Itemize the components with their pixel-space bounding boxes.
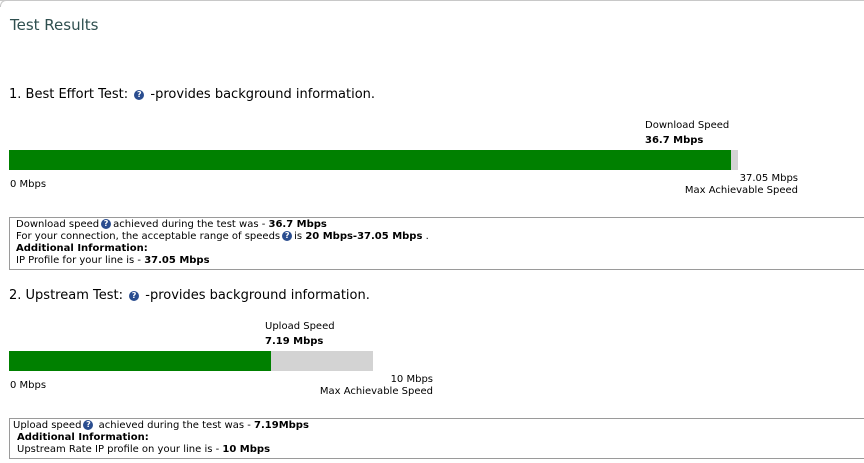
download-info-line: Download speed? achieved during the test … <box>16 219 858 231</box>
acceptable-range-end: . <box>422 231 429 242</box>
upload-max-caption: Max Achievable Speed <box>319 386 433 397</box>
window-corner <box>0 0 7 7</box>
upload-speed-label: Upload Speed <box>265 321 335 332</box>
ip-profile-line: IP Profile for your line is - 37.05 Mbps <box>16 255 858 267</box>
help-icon[interactable]: ? <box>101 219 112 229</box>
download-speed-value: 36.7 Mbps <box>645 135 704 146</box>
download-achieved-value: 36.7 Mbps <box>268 219 327 230</box>
upload-speed-value: 7.19 Mbps <box>265 336 324 347</box>
download-min-label: 0 Mbps <box>10 179 47 190</box>
window-top-border <box>0 0 864 1</box>
download-speed-label: Download Speed <box>645 120 730 131</box>
acceptable-range-line: For your connection, the acceptable rang… <box>16 231 858 243</box>
page-title: Test Results <box>10 16 99 34</box>
best-effort-heading-suffix: -provides background information. <box>150 87 376 102</box>
download-speed-bar <box>9 150 738 170</box>
acceptable-range-value: 20 Mbps-37.05 Mbps <box>305 231 423 242</box>
ip-profile-text: IP Profile for your line is - <box>16 255 145 266</box>
help-icon[interactable]: ? <box>282 231 293 241</box>
download-speed-bar-fill <box>9 150 731 170</box>
upload-speed-bar <box>9 351 373 371</box>
upstream-ip-profile-value: 10 Mbps <box>222 444 271 455</box>
upload-max-value: 10 Mbps <box>390 374 433 385</box>
upstream-heading-suffix: -provides background information. <box>145 288 370 303</box>
upstream-heading-label: 2. Upstream Test: <box>9 288 123 303</box>
upstream-ip-profile-text: Upstream Rate IP profile on your line is… <box>17 444 223 455</box>
upstream-heading: 2. Upstream Test: ? -provides background… <box>9 288 370 303</box>
upload-info-box: Upload speed? achieved during the test w… <box>9 418 864 459</box>
download-max-caption: Max Achievable Speed <box>684 185 798 196</box>
ip-profile-value: 37.05 Mbps <box>144 255 210 266</box>
best-effort-heading: 1. Best Effort Test: ? -provides backgro… <box>9 87 375 102</box>
download-info-box: Download speed? achieved during the test … <box>9 217 864 270</box>
help-icon[interactable]: ? <box>83 420 94 430</box>
best-effort-heading-label: 1. Best Effort Test: <box>9 87 129 102</box>
acceptable-range-is: is <box>294 231 306 242</box>
download-speed-text: Download speed <box>16 219 100 230</box>
acceptable-range-text: For your connection, the acceptable rang… <box>16 231 281 242</box>
additional-info-heading: Additional Information: <box>17 432 149 443</box>
upload-min-label: 0 Mbps <box>10 380 47 391</box>
download-max-value: 37.05 Mbps <box>739 173 798 184</box>
upload-achieved-value: 7.19Mbps <box>254 420 309 431</box>
upload-achieved-text: achieved during the test was - <box>95 420 255 431</box>
download-achieved-text: achieved during the test was - <box>113 219 269 230</box>
upload-speed-bar-fill <box>9 351 271 371</box>
additional-info-heading: Additional Information: <box>16 243 148 254</box>
upload-speed-text: Upload speed <box>13 420 82 431</box>
help-icon[interactable]: ? <box>129 291 140 301</box>
help-icon[interactable]: ? <box>134 90 145 100</box>
upload-info-line: Upload speed? achieved during the test w… <box>13 420 858 432</box>
upstream-ip-profile-line: Upstream Rate IP profile on your line is… <box>13 444 858 456</box>
